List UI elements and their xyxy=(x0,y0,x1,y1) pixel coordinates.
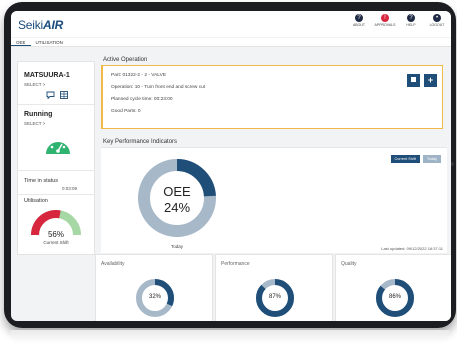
top-nav: ? ABOUT ! APPROVALS ? HELP • LOGOUT xyxy=(349,14,447,27)
quality-label: Quality xyxy=(341,261,357,267)
oee-period: Today xyxy=(170,244,183,249)
logo-text-seiki: Seiki xyxy=(18,18,44,32)
performance-card: Performance 87% xyxy=(215,254,333,321)
chat-icon[interactable] xyxy=(46,91,55,99)
stop-icon xyxy=(411,77,416,83)
machine-name: MATSUURA-1 xyxy=(24,72,70,79)
time-in-status-label: Time in status xyxy=(24,178,59,184)
utilisation-value: 56% xyxy=(47,230,64,239)
add-button[interactable]: + xyxy=(424,74,437,87)
machine-panel: MATSUURA-1 SELECT > Running SELECT > Tim… xyxy=(17,61,95,255)
help-icon: ? xyxy=(407,14,415,22)
operation-line: Operation: 10 - Turn front end and screw… xyxy=(111,85,206,90)
good-parts-line: Good Parts: 0 xyxy=(111,109,141,114)
time-in-status-value: 0:03:09 xyxy=(62,186,78,191)
nav-help[interactable]: ? HELP xyxy=(401,14,421,27)
nav-approvals-label: APPROVALS xyxy=(374,23,396,27)
performance-value: 87% xyxy=(268,294,281,300)
tab-oee[interactable]: OEE xyxy=(11,38,31,46)
plus-icon: + xyxy=(427,75,434,85)
nav-help-label: HELP xyxy=(406,23,416,27)
tablet-reflection xyxy=(10,330,450,344)
tab-utilisation[interactable]: UTILISATION xyxy=(31,38,68,46)
planned-cycle-line: Planned cycle time: 00:23:00 xyxy=(111,97,173,102)
availability-card: Availability 32% xyxy=(95,254,213,321)
nav-about-label: ABOUT xyxy=(352,23,366,27)
quality-card: Quality 86% xyxy=(335,254,451,321)
current-shift-button[interactable]: Current Shift xyxy=(390,155,420,163)
utilisation-label: Utilisation xyxy=(24,198,48,204)
bell-icon: ! xyxy=(381,14,389,22)
kpi-panel: OEE 24% Today Current Shift Today Last u… xyxy=(101,147,447,253)
availability-value: 32% xyxy=(148,294,161,300)
kpi-heading: Key Performance Indicators xyxy=(103,139,178,145)
divider xyxy=(18,170,94,171)
active-operation-card: Part: 01322-2 - 2 - VALVE Operation: 10 … xyxy=(101,65,443,129)
quality-value: 86% xyxy=(388,294,401,300)
nav-about[interactable]: ? ABOUT xyxy=(349,14,369,27)
today-button[interactable]: Today xyxy=(422,155,441,163)
machine-actions xyxy=(46,91,68,99)
stop-button[interactable] xyxy=(407,74,420,87)
oee-value: 24% xyxy=(163,200,191,215)
app-screen: SeikiAIR ? ABOUT ! APPROVALS ? HELP • LO… xyxy=(11,11,451,321)
divider xyxy=(18,194,94,195)
utilisation-period: Current Shift xyxy=(43,240,69,245)
part-line: Part: 01322-2 - 2 - VALVE xyxy=(111,73,167,78)
tab-bar: OEE UTILISATION xyxy=(11,38,451,47)
machine-status: Running xyxy=(24,111,53,118)
app-logo[interactable]: SeikiAIR xyxy=(18,18,63,32)
oee-label: OEE xyxy=(163,184,191,199)
active-operation-heading: Active Operation xyxy=(103,57,148,63)
divider xyxy=(18,104,94,105)
performance-label: Performance xyxy=(221,261,250,267)
availability-label: Availability xyxy=(101,261,125,267)
last-updated-timestamp: Last updated: 09/12/2022 16:37:11 xyxy=(381,246,443,251)
table-icon[interactable] xyxy=(60,91,68,99)
nav-logout[interactable]: • LOGOUT xyxy=(427,14,447,27)
help-icon: ? xyxy=(355,14,363,22)
nav-approvals[interactable]: ! APPROVALS xyxy=(375,14,395,27)
top-bar: SeikiAIR ? ABOUT ! APPROVALS ? HELP • LO… xyxy=(11,11,451,37)
logo-text-air: AIR xyxy=(43,18,64,32)
status-select-link[interactable]: SELECT > xyxy=(24,121,45,126)
speedometer-icon xyxy=(46,137,70,154)
machine-select-link[interactable]: SELECT > xyxy=(24,82,45,87)
user-icon: • xyxy=(433,14,441,22)
period-toggle: Current Shift Today xyxy=(390,155,441,163)
nav-logout-label: LOGOUT xyxy=(429,23,445,27)
tablet-scene: SeikiAIR ? ABOUT ! APPROVALS ? HELP • LO… xyxy=(0,0,457,349)
